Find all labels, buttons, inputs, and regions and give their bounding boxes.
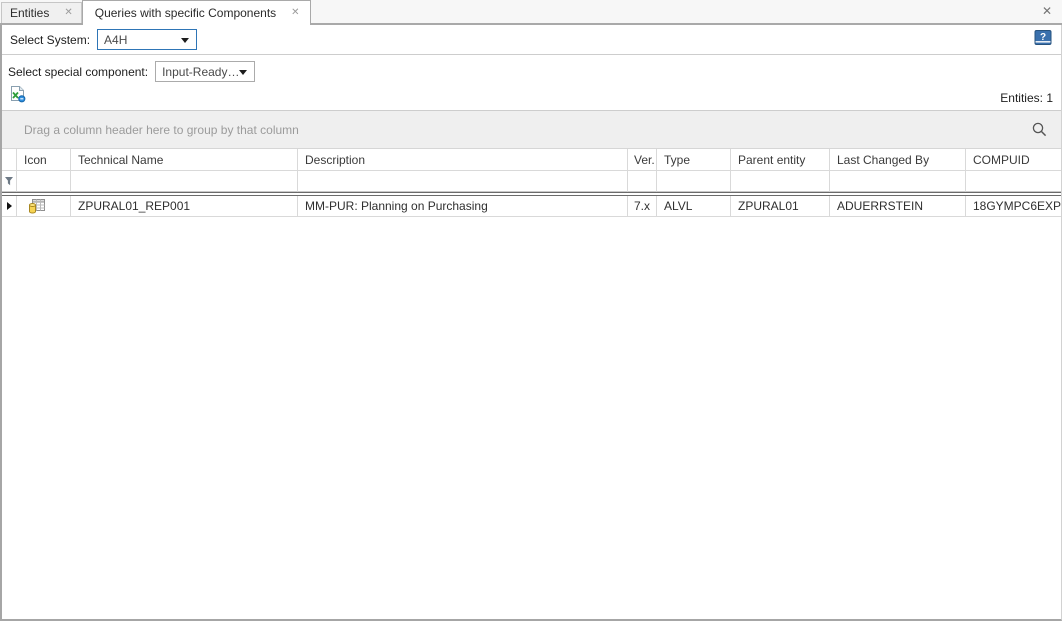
search-button[interactable] <box>1031 121 1048 138</box>
search-icon <box>1031 121 1048 138</box>
chevron-down-icon <box>239 70 247 75</box>
cell-compuid[interactable]: 18GYMPC6EXPR… <box>966 196 1061 216</box>
filter-cell-type[interactable] <box>657 171 731 192</box>
group-by-hint: Drag a column header here to group by th… <box>24 123 299 137</box>
row-focus-arrow-icon <box>7 202 12 210</box>
row-indicator-cell <box>2 196 17 216</box>
tab-entities[interactable]: Entities ✕ <box>1 2 82 23</box>
cell-last-changed-by[interactable]: ADUERRSTEIN <box>830 196 966 216</box>
column-header-type[interactable]: Type <box>657 149 731 170</box>
column-header-description[interactable]: Description <box>298 149 628 170</box>
select-component-label: Select special component: <box>8 65 148 79</box>
application-window: Entities ✕ Queries with specific Compone… <box>0 0 1062 621</box>
filter-cell-last-changed-by[interactable] <box>830 171 966 192</box>
select-system-dropdown[interactable]: A4H <box>97 29 197 50</box>
tab-bar: Entities ✕ Queries with specific Compone… <box>0 0 1062 25</box>
select-component-value: Input-Ready… <box>162 65 239 79</box>
help-icon: ? <box>1034 30 1052 46</box>
system-toolbar: Select System: A4H ? <box>2 25 1061 55</box>
close-icon[interactable]: ✕ <box>1042 4 1052 18</box>
select-component-dropdown[interactable]: Input-Ready… <box>155 61 255 82</box>
group-by-panel[interactable]: Drag a column header here to group by th… <box>2 111 1061 149</box>
export-to-excel-button[interactable] <box>9 85 27 103</box>
help-button[interactable]: ? <box>1034 30 1052 46</box>
component-toolbar: Select special component: Input-Ready… E… <box>2 55 1061 111</box>
tab-label: Queries with specific Components <box>95 6 276 20</box>
cell-description[interactable]: MM-PUR: Planning on Purchasing <box>298 196 628 216</box>
row-indicator-header <box>2 149 17 170</box>
filter-funnel-icon <box>4 176 14 187</box>
entities-count-label: Entities: 1 <box>1000 91 1053 105</box>
excel-export-icon <box>9 85 27 103</box>
table-row[interactable]: ZPURAL01_REP001 MM-PUR: Planning on Purc… <box>2 196 1061 217</box>
svg-text:?: ? <box>1040 32 1046 43</box>
cell-icon[interactable] <box>17 196 71 216</box>
select-system-value: A4H <box>104 33 127 47</box>
query-grid-icon <box>28 198 46 214</box>
filter-cell-ver[interactable] <box>628 171 657 192</box>
column-header-icon[interactable]: Icon <box>17 149 71 170</box>
grid-header-row: Icon Technical Name Description Ver. Typ… <box>2 149 1061 171</box>
tab-queries-with-specific-components[interactable]: Queries with specific Components ✕ <box>82 0 311 25</box>
select-system-label: Select System: <box>10 33 90 47</box>
filter-cell-compuid[interactable] <box>966 171 1061 192</box>
grid-empty-area <box>2 217 1061 619</box>
filter-cell-parent-entity[interactable] <box>731 171 830 192</box>
column-header-compuid[interactable]: COMPUID <box>966 149 1061 170</box>
column-header-technical-name[interactable]: Technical Name <box>71 149 298 170</box>
chevron-down-icon <box>181 38 189 43</box>
column-header-parent-entity[interactable]: Parent entity <box>731 149 830 170</box>
filter-row-indicator <box>2 171 17 192</box>
column-header-ver[interactable]: Ver. <box>628 149 657 170</box>
main-content: Select System: A4H ? Select special comp… <box>0 25 1062 621</box>
tab-close-icon[interactable]: ✕ <box>64 8 72 18</box>
grid-filter-row <box>2 171 1061 192</box>
cell-ver[interactable]: 7.x <box>628 196 657 216</box>
cell-technical-name[interactable]: ZPURAL01_REP001 <box>71 196 298 216</box>
filter-cell-icon[interactable] <box>17 171 71 192</box>
tab-close-icon[interactable]: ✕ <box>291 8 299 18</box>
tab-label: Entities <box>10 6 49 20</box>
filter-cell-technical-name[interactable] <box>71 171 298 192</box>
cell-parent-entity[interactable]: ZPURAL01 <box>731 196 830 216</box>
cell-type[interactable]: ALVL <box>657 196 731 216</box>
filter-cell-description[interactable] <box>298 171 628 192</box>
column-header-last-changed-by[interactable]: Last Changed By <box>830 149 966 170</box>
